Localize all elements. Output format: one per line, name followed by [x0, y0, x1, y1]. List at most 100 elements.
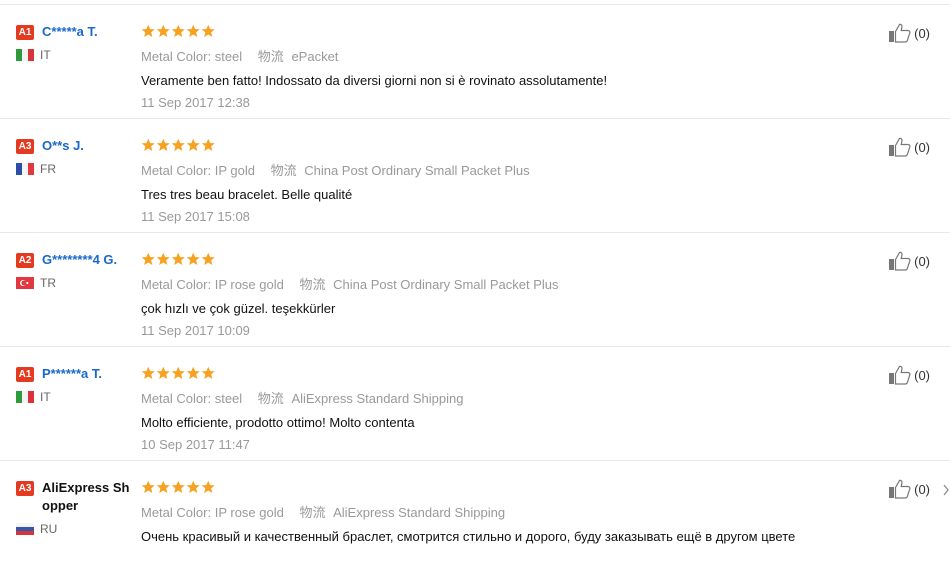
star-icon [171, 24, 185, 38]
buyer-country: IT [40, 390, 51, 404]
buyer-level-badge: A3 [16, 139, 34, 154]
buyer-info: A1 C*****a T. IT [16, 23, 131, 62]
star-icon [186, 480, 200, 494]
order-attributes: Metal Color: steel 物流 AliExpress Standar… [141, 390, 861, 408]
feedback-list: A1 C*****a T. IT Metal Color: steel 物流 e… [0, 4, 950, 574]
helpful-button[interactable]: (0) [888, 251, 930, 271]
star-icon [171, 138, 185, 152]
logistics-label: 物流 [270, 163, 297, 178]
attribute-value: IP rose gold [214, 505, 284, 520]
logistics-value: ePacket [291, 49, 339, 64]
feedback-content: Metal Color: IP rose gold 物流 China Post … [141, 252, 861, 340]
order-attributes: Metal Color: IP rose gold 物流 AliExpress … [141, 504, 861, 522]
helpful-button[interactable]: (0) [888, 365, 930, 385]
order-attributes: Metal Color: steel 物流 ePacket [141, 48, 861, 66]
attribute-label: Metal Color: [141, 277, 212, 292]
logistics-label: 物流 [299, 277, 326, 292]
thumbs-up-icon [889, 251, 911, 271]
attribute-value: steel [214, 391, 243, 406]
feedback-content: Metal Color: IP rose gold 物流 AliExpress … [141, 480, 861, 546]
chevron-right-icon[interactable] [943, 484, 949, 496]
helpful-count: (0) [914, 481, 930, 497]
buyer-level-badge: A3 [16, 481, 34, 496]
buyer-info: A2 G********4 G. TR [16, 251, 131, 290]
feedback-text: Tres tres beau bracelet. Belle qualité [141, 187, 353, 202]
feedback-text: Veramente ben fatto! Indossato da divers… [141, 73, 608, 88]
star-icon [201, 138, 215, 152]
buyer-level-badge: A1 [16, 25, 34, 40]
italy-flag-icon [16, 391, 34, 403]
feedback-date: 11 Sep 2017 10:09 [141, 323, 250, 338]
star-icon [171, 480, 185, 494]
helpful-count: (0) [914, 25, 930, 41]
star-icon [186, 138, 200, 152]
buyer-country: FR [40, 162, 56, 176]
attribute-label: Metal Color: [141, 505, 212, 520]
order-attributes: Metal Color: IP gold 物流 China Post Ordin… [141, 162, 861, 180]
logistics-label: 物流 [257, 49, 284, 64]
feedback-item: A3 AliExpress Shopper RU Metal Color: IP… [0, 461, 950, 574]
helpful-button[interactable]: (0) [888, 23, 930, 43]
thumbs-up-icon [889, 479, 911, 499]
turkey-flag-icon [16, 277, 34, 289]
star-icon [201, 252, 215, 266]
buyer-info: A1 P******a T. IT [16, 365, 131, 404]
order-attributes: Metal Color: IP rose gold 物流 China Post … [141, 276, 861, 294]
thumbs-up-icon [889, 365, 911, 385]
buyer-name-link[interactable]: O**s J. [42, 137, 84, 155]
feedback-content: Metal Color: steel 物流 AliExpress Standar… [141, 366, 861, 454]
buyer-country: RU [40, 522, 58, 536]
star-icon [156, 138, 170, 152]
logistics-label: 物流 [299, 505, 326, 520]
star-icon [156, 24, 170, 38]
buyer-name-link[interactable]: G********4 G. [42, 251, 117, 269]
buyer-name-link[interactable]: P******a T. [42, 365, 102, 383]
feedback-content: Metal Color: IP gold 物流 China Post Ordin… [141, 138, 861, 226]
star-icon [201, 366, 215, 380]
feedback-item: A1 P******a T. IT Metal Color: steel 物流 … [0, 347, 950, 461]
buyer-level-badge: A2 [16, 253, 34, 268]
logistics-value: China Post Ordinary Small Packet Plus [333, 277, 559, 292]
italy-flag-icon [16, 49, 34, 61]
buyer-name: AliExpress Shopper [42, 480, 130, 513]
star-rating [141, 366, 861, 382]
logistics-value: AliExpress Standard Shipping [333, 505, 506, 520]
thumbs-up-icon [889, 137, 911, 157]
helpful-button[interactable]: (0) [888, 479, 930, 499]
star-icon [186, 252, 200, 266]
feedback-text: çok hızlı ve çok güzel. teşekkürler [141, 301, 336, 316]
star-icon [156, 366, 170, 380]
feedback-text: Очень красивый и качественный браслет, с… [141, 529, 796, 544]
helpful-count: (0) [914, 139, 930, 155]
feedback-text: Molto efficiente, prodotto ottimo! Molto… [141, 415, 415, 430]
attribute-label: Metal Color: [141, 49, 212, 64]
star-icon [171, 366, 185, 380]
feedback-item: A2 G********4 G. TR Metal Color: IP rose… [0, 233, 950, 347]
logistics-value: AliExpress Standard Shipping [291, 391, 464, 406]
star-icon [141, 480, 155, 494]
france-flag-icon [16, 163, 34, 175]
helpful-button[interactable]: (0) [888, 137, 930, 157]
feedback-content: Metal Color: steel 物流 ePacket Veramente … [141, 24, 861, 112]
buyer-name-link[interactable]: C*****a T. [42, 23, 98, 41]
star-rating [141, 252, 861, 268]
feedback-date: 11 Sep 2017 12:38 [141, 95, 250, 110]
helpful-count: (0) [914, 367, 930, 383]
feedback-item: A1 C*****a T. IT Metal Color: steel 物流 e… [0, 5, 950, 119]
star-icon [171, 252, 185, 266]
thumbs-up-icon [889, 23, 911, 43]
star-icon [201, 24, 215, 38]
star-icon [156, 252, 170, 266]
buyer-country: TR [40, 276, 56, 290]
russia-flag-icon [16, 523, 34, 535]
attribute-label: Metal Color: [141, 391, 212, 406]
attribute-value: steel [214, 49, 243, 64]
buyer-level-badge: A1 [16, 367, 34, 382]
attribute-value: IP gold [214, 163, 255, 178]
buyer-country: IT [40, 48, 51, 62]
star-icon [141, 366, 155, 380]
star-icon [156, 480, 170, 494]
logistics-label: 物流 [257, 391, 284, 406]
star-icon [141, 138, 155, 152]
star-rating [141, 138, 861, 154]
